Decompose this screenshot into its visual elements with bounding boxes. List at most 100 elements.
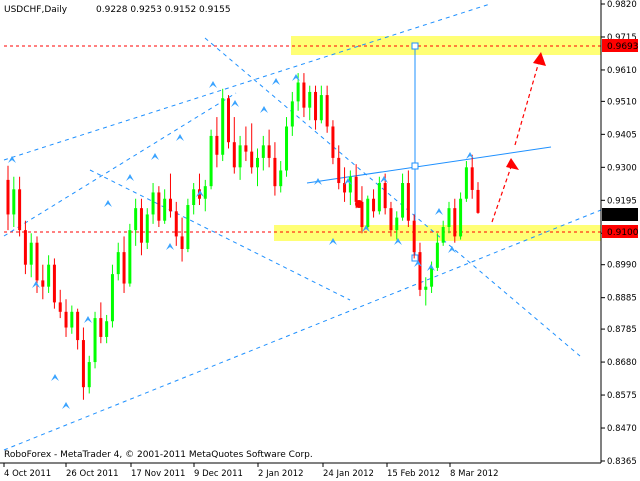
- candle-body: [279, 170, 283, 187]
- y-tick-label: 0.9820: [607, 0, 637, 10]
- candle-body: [325, 95, 329, 127]
- candle-body: [215, 135, 219, 155]
- candle-body: [76, 311, 80, 341]
- candle-body: [366, 198, 370, 228]
- candle-body: [6, 179, 10, 215]
- candle-body: [105, 321, 109, 337]
- candle-body: [232, 142, 236, 168]
- candle-body: [430, 267, 434, 287]
- candle-body: [470, 167, 474, 190]
- signal-dot: [355, 200, 363, 208]
- candle-body: [47, 264, 51, 287]
- candle-body: [70, 311, 74, 328]
- y-tick-label: 0.8990: [607, 261, 637, 271]
- candle-body: [128, 230, 132, 284]
- candle-body: [453, 208, 457, 237]
- y-tick-label: 0.9300: [607, 163, 637, 173]
- candle-body: [401, 183, 405, 218]
- candlestick-chart: 0.98200.97150.96100.95100.94050.93000.91…: [0, 0, 640, 481]
- candle-body: [81, 340, 85, 388]
- candle-body: [377, 183, 381, 212]
- candle-body: [52, 264, 56, 303]
- x-tick-label: 15 Feb 2012: [387, 469, 440, 479]
- candle-body: [23, 230, 27, 265]
- candle-body: [35, 242, 39, 281]
- candle-body: [267, 145, 271, 158]
- candle-body: [174, 211, 178, 237]
- candle-body: [221, 98, 225, 155]
- candle-body: [302, 82, 306, 108]
- candle-body: [203, 186, 207, 199]
- candle-body: [87, 362, 91, 388]
- candle-body: [314, 91, 318, 121]
- x-tick-label: 9 Dec 2011: [194, 469, 243, 479]
- target-zone: [291, 36, 601, 55]
- candle-body: [64, 311, 68, 328]
- candle-body: [447, 208, 451, 228]
- candle-body: [29, 242, 33, 265]
- candle-body: [244, 145, 248, 152]
- x-tick-label: 17 Nov 2011: [131, 469, 185, 479]
- y-tick-label: 0.8470: [607, 424, 637, 434]
- candle-body: [134, 208, 138, 231]
- candle-body: [93, 318, 97, 363]
- current-price-badge: 0.9155: [602, 208, 639, 221]
- candle-body: [180, 236, 184, 249]
- candle-body: [383, 183, 387, 209]
- x-tick-label: 26 Oct 2011: [66, 469, 119, 479]
- candle-body: [250, 151, 254, 168]
- candle-body: [308, 91, 312, 108]
- candle-body: [12, 189, 16, 215]
- support-price-badge: 0.9100: [602, 225, 639, 238]
- candle-body: [273, 157, 277, 187]
- candle-body: [389, 208, 393, 231]
- candle-body: [290, 101, 294, 127]
- y-tick-label: 0.8365: [607, 457, 637, 467]
- candle-body: [354, 176, 358, 202]
- candle-body: [110, 274, 114, 322]
- candle-body: [99, 318, 103, 337]
- candle-body: [58, 302, 62, 312]
- candle-body: [157, 192, 161, 221]
- y-tick-label: 0.9405: [607, 130, 637, 140]
- candle-body: [406, 183, 410, 221]
- candle-body: [209, 135, 213, 187]
- candle-body: [319, 95, 323, 121]
- candle-body: [395, 217, 399, 231]
- y-tick-label: 0.8885: [607, 294, 637, 304]
- support-price-label: 0.9100: [607, 228, 639, 238]
- candle-body: [285, 126, 289, 171]
- candle-body: [163, 198, 167, 221]
- candle-body: [261, 145, 265, 158]
- candle-body: [459, 198, 463, 237]
- candle-body: [145, 214, 149, 243]
- candle-body: [418, 252, 422, 290]
- candle-body: [464, 167, 468, 199]
- candle-body: [441, 227, 445, 243]
- y-tick-label: 0.8680: [607, 358, 637, 368]
- x-tick-label: 8 Mar 2012: [450, 469, 498, 479]
- y-tick-label: 0.9610: [607, 66, 637, 76]
- candle-body: [122, 252, 126, 284]
- candle-body: [331, 126, 335, 158]
- candle-body: [412, 220, 416, 253]
- candle-body: [226, 98, 230, 143]
- candle-body: [18, 189, 22, 231]
- y-tick-label: 0.9195: [607, 196, 637, 206]
- y-tick-label: 0.9510: [607, 97, 637, 107]
- footer-credit: RoboForex - MetaTrader 4, © 2001-2011 Me…: [4, 450, 313, 460]
- candle-body: [186, 205, 190, 249]
- candle-body: [476, 189, 480, 213]
- candle-body: [435, 242, 439, 268]
- x-tick-label: 4 Oct 2011: [4, 469, 51, 479]
- candle-body: [116, 252, 120, 275]
- y-tick-label: 0.8575: [607, 391, 637, 401]
- candle-body: [41, 280, 45, 287]
- candle-body: [256, 157, 260, 168]
- target-price-label: 0.9693: [607, 42, 639, 52]
- x-tick-label: 2 Jan 2012: [258, 469, 304, 479]
- symbol-header: USDCHF,Daily: [4, 5, 68, 15]
- y-tick-label: 0.8785: [607, 325, 637, 335]
- candle-body: [296, 82, 300, 102]
- ohlc-header: 0.9228 0.9253 0.9152 0.9155: [96, 5, 231, 15]
